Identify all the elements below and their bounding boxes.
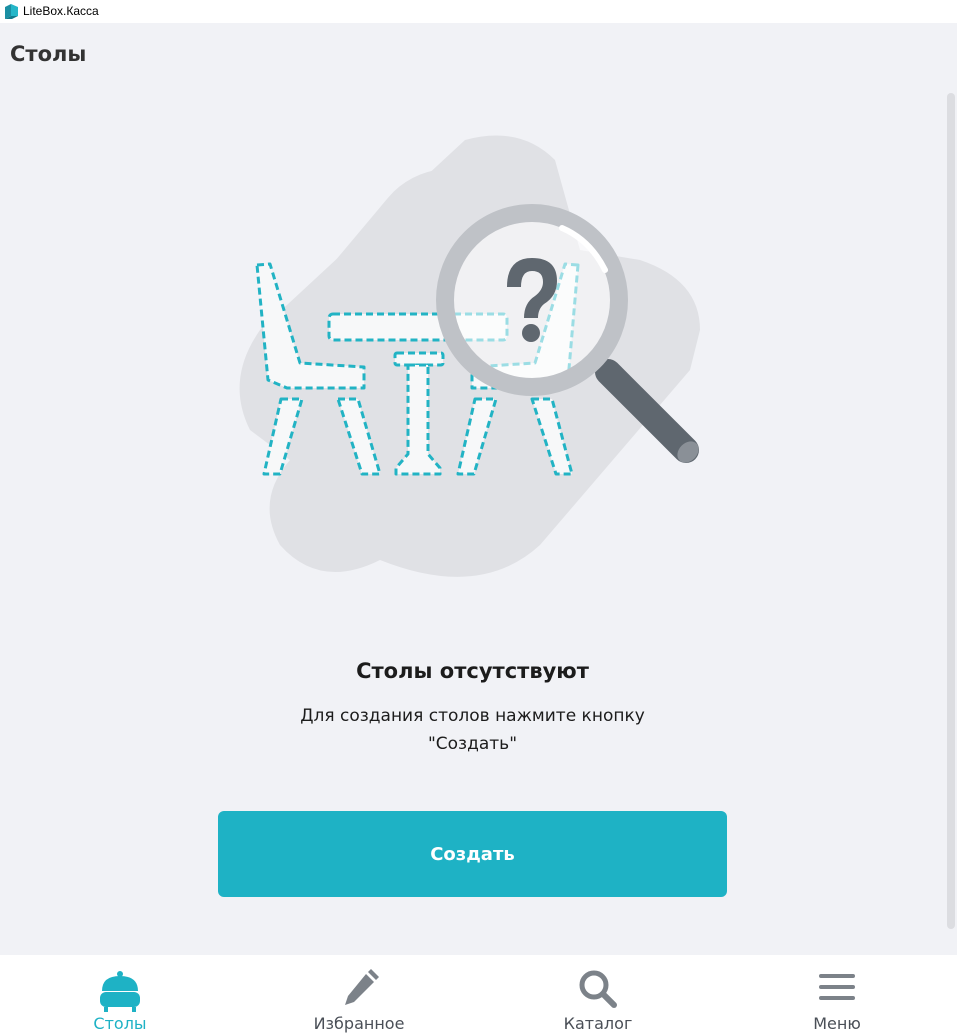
service-bell-icon bbox=[100, 971, 140, 1012]
empty-state-description-line2: "Создать" bbox=[427, 734, 518, 754]
create-button[interactable]: Создать bbox=[218, 811, 727, 897]
pencil-icon bbox=[345, 969, 379, 1005]
window-titlebar: LiteBox.Касса bbox=[0, 0, 957, 23]
scrollbar[interactable] bbox=[947, 93, 955, 929]
nav-label-favorites: Избранное bbox=[313, 1014, 405, 1033]
litebox-logo-icon bbox=[5, 4, 18, 19]
empty-state-title: Столы отсутствуют bbox=[356, 659, 589, 683]
nav-label-tables: Столы bbox=[93, 1014, 147, 1033]
nav-item-tables[interactable]: Столы bbox=[40, 955, 200, 1035]
empty-state-description: Для создания столов нажмите кнопку "Созд… bbox=[0, 702, 945, 758]
hamburger-menu-icon bbox=[819, 974, 855, 1000]
page-title: Столы bbox=[10, 42, 87, 66]
bottom-nav: Столы Избранное Каталог Меню bbox=[0, 955, 957, 1035]
nav-item-menu[interactable]: Меню bbox=[757, 955, 917, 1035]
search-icon bbox=[579, 970, 617, 1008]
nav-item-favorites[interactable]: Избранное bbox=[279, 955, 439, 1035]
nav-label-menu: Меню bbox=[813, 1014, 861, 1033]
empty-state-description-line1: Для создания столов нажмите кнопку bbox=[300, 706, 645, 726]
nav-item-catalog[interactable]: Каталог bbox=[518, 955, 678, 1035]
window-title: LiteBox.Касса bbox=[23, 4, 99, 18]
nav-label-catalog: Каталог bbox=[563, 1014, 633, 1033]
empty-tables-illustration bbox=[239, 135, 701, 577]
